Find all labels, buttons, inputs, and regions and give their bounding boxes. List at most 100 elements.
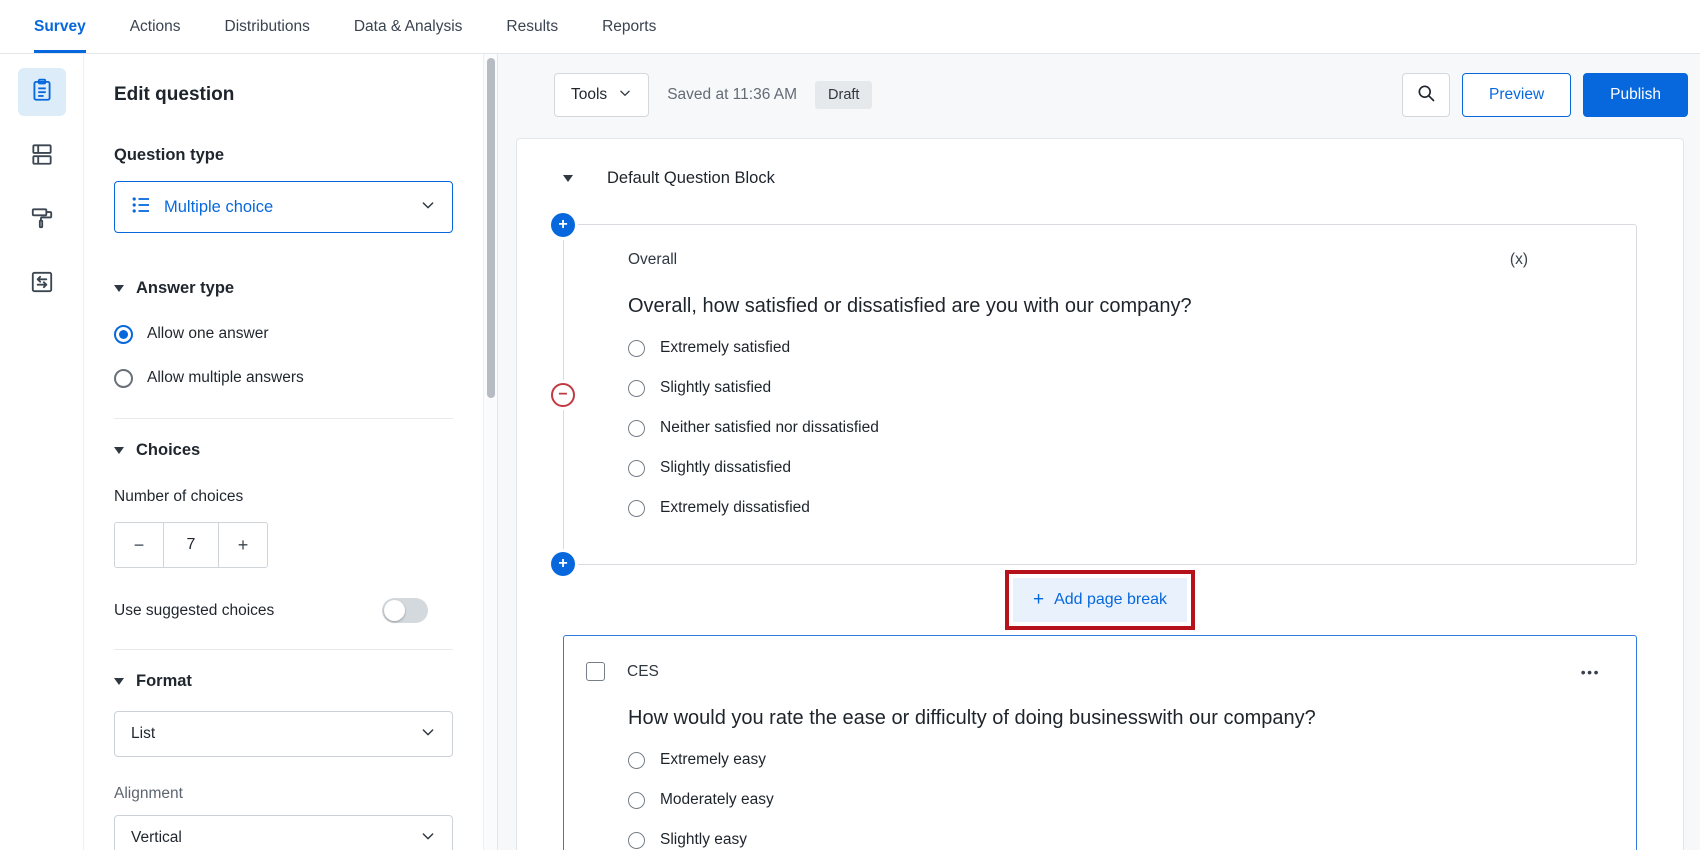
question-card-header: Overall (x) (628, 251, 1600, 269)
toolbar-right-group: Preview Publish (1402, 73, 1688, 117)
question-text[interactable]: Overall, how satisfied or dissatisfied a… (628, 295, 1600, 318)
canvas-toolbar: Tools Saved at 11:36 AM Draft Preview Pu… (554, 72, 1688, 118)
radio-unselected-icon (628, 832, 645, 849)
radio-selected-icon (114, 325, 133, 344)
radio-unselected-icon (628, 420, 645, 437)
add-page-break-row: + Add page break (563, 570, 1637, 630)
red-annotation-box: + Add page break (1005, 570, 1195, 630)
choices-stepper: − 7 + (114, 522, 268, 568)
answer-type-section-header[interactable]: Answer type (114, 279, 453, 298)
block-options-icon (29, 141, 55, 172)
choices-count-value[interactable]: 7 (163, 523, 219, 567)
survey-canvas-area: Tools Saved at 11:36 AM Draft Preview Pu… (498, 54, 1700, 850)
radio-unselected-icon (628, 500, 645, 517)
choice-label[interactable]: Neither satisfied nor dissatisfied (660, 419, 879, 437)
question-type-dropdown[interactable]: Multiple choice (114, 181, 453, 233)
radio-unselected-icon (628, 380, 645, 397)
remove-question-button[interactable]: − (551, 383, 575, 407)
answer-type-option-multiple[interactable]: Allow multiple answers (114, 356, 453, 400)
choice-list: Extremely easy Moderately easy Slightly … (628, 740, 1600, 850)
choice-row: Slightly easy (628, 820, 1600, 850)
qualtrics-survey-editor: Survey Actions Distributions Data & Anal… (0, 0, 1700, 850)
choice-row: Extremely satisfied (628, 328, 1600, 368)
collapse-triangle-icon (114, 447, 124, 454)
panel-scrollbar-thumb[interactable] (487, 58, 495, 398)
question-card-overall[interactable]: + − + Overall (x) Overall, how satisfied… (563, 224, 1637, 565)
question-select-checkbox[interactable] (586, 662, 605, 681)
choice-label[interactable]: Extremely satisfied (660, 339, 790, 357)
plus-icon: + (1033, 589, 1044, 611)
radio-unselected-icon (628, 340, 645, 357)
format-section-header[interactable]: Format (114, 672, 453, 691)
question-type-label: Question type (114, 146, 453, 165)
suggested-choices-row: Use suggested choices (114, 598, 428, 623)
survey-flow-icon (29, 269, 55, 300)
choices-section-header[interactable]: Choices (114, 441, 453, 460)
choice-label[interactable]: Moderately easy (660, 791, 774, 809)
format-label: Format (136, 672, 192, 691)
tab-distributions[interactable]: Distributions (225, 0, 310, 53)
chevron-down-icon (618, 86, 632, 105)
publish-button[interactable]: Publish (1583, 73, 1688, 117)
choice-row: Extremely dissatisfied (628, 488, 1600, 528)
add-page-break-button[interactable]: + Add page break (1013, 578, 1187, 622)
choice-label[interactable]: Slightly dissatisfied (660, 459, 791, 477)
block-header: Default Question Block (563, 169, 1637, 188)
question-text[interactable]: How would you rate the ease or difficult… (628, 707, 1600, 730)
top-nav: Survey Actions Distributions Data & Anal… (0, 0, 1700, 54)
rail-item-look-and-feel[interactable] (18, 196, 66, 244)
choice-label[interactable]: Extremely easy (660, 751, 766, 769)
choice-list: Extremely satisfied Slightly satisfied N… (628, 328, 1600, 528)
panel-divider (114, 649, 453, 650)
answer-type-option-one[interactable]: Allow one answer (114, 312, 453, 356)
radio-unselected-icon (628, 752, 645, 769)
choice-label[interactable]: Slightly easy (660, 831, 747, 849)
format-dropdown[interactable]: List (114, 711, 453, 757)
alignment-label: Alignment (114, 785, 453, 803)
rail-item-survey-flow[interactable] (18, 260, 66, 308)
choice-label[interactable]: Slightly satisfied (660, 379, 771, 397)
rail-item-survey-builder[interactable] (18, 68, 66, 116)
increase-choices-button[interactable]: + (219, 523, 267, 567)
tools-button-label: Tools (571, 86, 607, 104)
tab-actions[interactable]: Actions (130, 0, 181, 53)
choice-row: Moderately easy (628, 780, 1600, 820)
alignment-dropdown[interactable]: Vertical (114, 815, 453, 850)
chevron-down-icon (420, 197, 436, 218)
decrease-choices-button[interactable]: − (115, 523, 163, 567)
alignment-value: Vertical (131, 829, 182, 847)
block-collapse-triangle-icon[interactable] (563, 175, 573, 182)
question-card-header: CES ••• (586, 662, 1600, 681)
answer-type-label: Answer type (136, 279, 234, 298)
preview-button[interactable]: Preview (1462, 73, 1571, 117)
suggested-choices-toggle[interactable] (382, 598, 428, 623)
question-id-label: CES (627, 663, 659, 681)
format-value: List (131, 725, 155, 743)
tab-reports[interactable]: Reports (602, 0, 656, 53)
add-question-above-button[interactable]: + (551, 213, 575, 237)
rail-item-block-options[interactable] (18, 132, 66, 180)
choice-row: Neither satisfied nor dissatisfied (628, 408, 1600, 448)
paint-roller-icon (29, 205, 55, 236)
radio-unselected-icon (628, 460, 645, 477)
choices-label: Choices (136, 441, 200, 460)
tab-survey[interactable]: Survey (34, 0, 86, 53)
suggested-choices-label: Use suggested choices (114, 602, 274, 620)
question-options-menu-icon[interactable]: ••• (1581, 664, 1600, 680)
panel-scrollbar-track (483, 54, 497, 850)
collapse-triangle-icon (114, 678, 124, 685)
add-question-below-button[interactable]: + (551, 552, 575, 576)
choice-row: Extremely easy (628, 740, 1600, 780)
chevron-down-icon (420, 828, 436, 849)
radio-unselected-icon (628, 792, 645, 809)
question-card-ces[interactable]: CES ••• How would you rate the ease or d… (563, 635, 1637, 850)
chevron-down-icon (420, 724, 436, 745)
tab-data-analysis[interactable]: Data & Analysis (354, 0, 463, 53)
tab-results[interactable]: Results (506, 0, 558, 53)
radio-unselected-icon (114, 369, 133, 388)
saved-status-text: Saved at 11:36 AM (667, 86, 797, 104)
edit-question-panel: Edit question Question type Multiple cho… (84, 54, 498, 850)
search-button[interactable] (1402, 73, 1450, 117)
tools-button[interactable]: Tools (554, 73, 649, 117)
choice-label[interactable]: Extremely dissatisfied (660, 499, 810, 517)
